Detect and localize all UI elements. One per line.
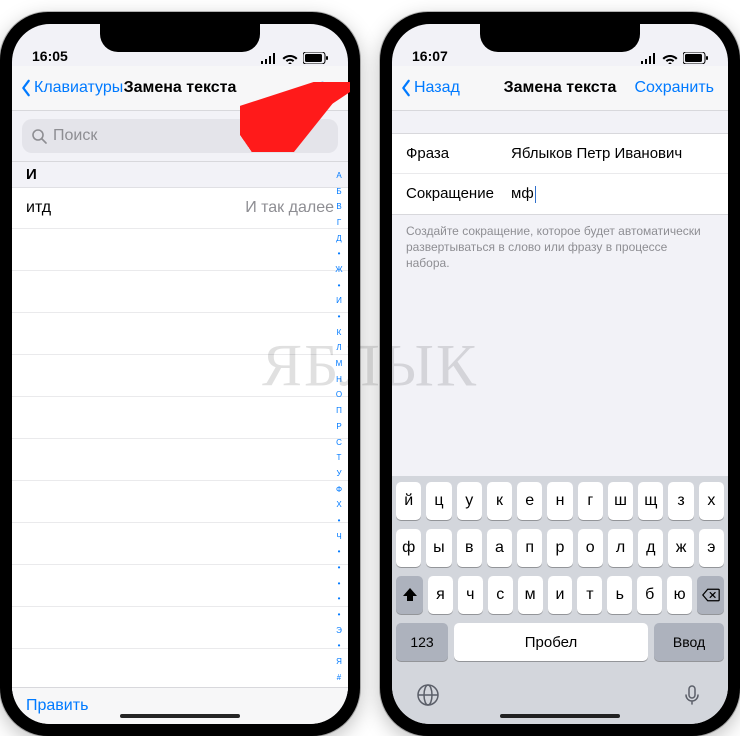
key-д[interactable]: д xyxy=(638,529,663,567)
phrase-field[interactable]: Фраза Яблыков Петр Иванович xyxy=(392,134,728,174)
shortcut-label: Сокращение xyxy=(406,185,511,203)
hint-text: Создайте сокращение, которое будет автом… xyxy=(392,215,728,280)
toolbar: Править xyxy=(12,687,348,724)
key-в[interactable]: в xyxy=(457,529,482,567)
status-time: 16:05 xyxy=(32,48,68,64)
cellular-icon xyxy=(640,53,657,64)
key-э[interactable]: э xyxy=(699,529,724,567)
dictation-key[interactable] xyxy=(680,683,704,712)
phrase-value: Яблыков Петр Иванович xyxy=(511,145,714,162)
shortcut-field[interactable]: Сокращение мф xyxy=(392,174,728,214)
home-indicator[interactable] xyxy=(500,714,620,718)
section-header: И xyxy=(12,162,348,188)
key-ж[interactable]: ж xyxy=(668,529,693,567)
key-ч[interactable]: ч xyxy=(458,576,483,614)
notch xyxy=(480,24,640,52)
shift-key[interactable] xyxy=(396,576,423,614)
key-о[interactable]: о xyxy=(578,529,603,567)
key-ф[interactable]: ф xyxy=(396,529,421,567)
globe-icon xyxy=(416,683,440,707)
key-я[interactable]: я xyxy=(428,576,453,614)
phone-left: 16:05 Клавиатуры Замена текста + Поиск xyxy=(0,12,360,736)
key-й[interactable]: й xyxy=(396,482,421,520)
key-ы[interactable]: ы xyxy=(426,529,451,567)
index-bar[interactable]: АБВГД•Ж•И•КЛМНОПРСТУФХ•Ч•••••Э•Я# xyxy=(332,168,346,686)
chevron-left-icon xyxy=(20,79,32,97)
back-button[interactable]: Назад xyxy=(400,79,460,97)
key-е[interactable]: е xyxy=(517,482,542,520)
key-б[interactable]: б xyxy=(637,576,662,614)
chevron-left-icon xyxy=(400,79,412,97)
key-и[interactable]: и xyxy=(548,576,573,614)
backspace-key[interactable] xyxy=(697,576,724,614)
item-label: итд xyxy=(26,199,51,217)
key-р[interactable]: р xyxy=(547,529,572,567)
save-button[interactable]: Сохранить xyxy=(634,79,720,97)
key-п[interactable]: п xyxy=(517,529,542,567)
status-icons xyxy=(640,52,708,64)
mic-icon xyxy=(680,683,704,707)
shift-icon xyxy=(401,586,419,604)
shortcut-value: мф xyxy=(511,185,714,203)
home-indicator[interactable] xyxy=(120,714,240,718)
empty-rows xyxy=(12,229,348,692)
list-area: И итд И так далее АБВГД•Ж•И•КЛМНОПРСТУФХ… xyxy=(12,161,348,692)
key-ш[interactable]: ш xyxy=(608,482,633,520)
key-з[interactable]: з xyxy=(668,482,693,520)
back-label: Назад xyxy=(414,79,460,97)
key-х[interactable]: х xyxy=(699,482,724,520)
key-у[interactable]: у xyxy=(457,482,482,520)
search-placeholder: Поиск xyxy=(53,127,97,145)
key-ц[interactable]: ц xyxy=(426,482,451,520)
key-ю[interactable]: ю xyxy=(667,576,692,614)
item-value: И так далее xyxy=(245,199,334,217)
globe-key[interactable] xyxy=(416,683,440,712)
edit-button[interactable]: Править xyxy=(26,697,88,715)
backspace-icon xyxy=(702,586,720,604)
form-group: Фраза Яблыков Петр Иванович Сокращение м… xyxy=(392,133,728,215)
nav-bar: Клавиатуры Замена текста + xyxy=(12,66,348,111)
key-г[interactable]: г xyxy=(578,482,603,520)
key-к[interactable]: к xyxy=(487,482,512,520)
wifi-icon xyxy=(282,53,298,64)
key-с[interactable]: с xyxy=(488,576,513,614)
phrase-label: Фраза xyxy=(406,145,511,162)
key-щ[interactable]: щ xyxy=(638,482,663,520)
search-input[interactable]: Поиск xyxy=(22,119,338,153)
back-button[interactable]: Клавиатуры xyxy=(20,79,123,97)
status-icons xyxy=(260,52,328,64)
status-time: 16:07 xyxy=(412,48,448,64)
battery-icon xyxy=(303,52,328,64)
phone-right: 16:07 Назад Замена текста Сохранить Фраз… xyxy=(380,12,740,736)
key-ь[interactable]: ь xyxy=(607,576,632,614)
key-а[interactable]: а xyxy=(487,529,512,567)
wifi-icon xyxy=(662,53,678,64)
key-т[interactable]: т xyxy=(577,576,602,614)
keyboard: йцукенгшщзх фывапролджэ ячсмитьбю 123 Пр… xyxy=(392,476,728,724)
key-л[interactable]: л xyxy=(608,529,633,567)
key-м[interactable]: м xyxy=(518,576,543,614)
back-label: Клавиатуры xyxy=(34,79,123,97)
key-н[interactable]: н xyxy=(547,482,572,520)
enter-key[interactable]: Ввод xyxy=(654,623,724,661)
search-icon xyxy=(32,129,47,144)
nav-bar: Назад Замена текста Сохранить xyxy=(392,66,728,111)
list-item[interactable]: итд И так далее xyxy=(12,188,348,229)
battery-icon xyxy=(683,52,708,64)
add-button[interactable]: + xyxy=(315,75,340,101)
cellular-icon xyxy=(260,53,277,64)
notch xyxy=(100,24,260,52)
space-key[interactable]: Пробел xyxy=(454,623,648,661)
numbers-key[interactable]: 123 xyxy=(396,623,448,661)
